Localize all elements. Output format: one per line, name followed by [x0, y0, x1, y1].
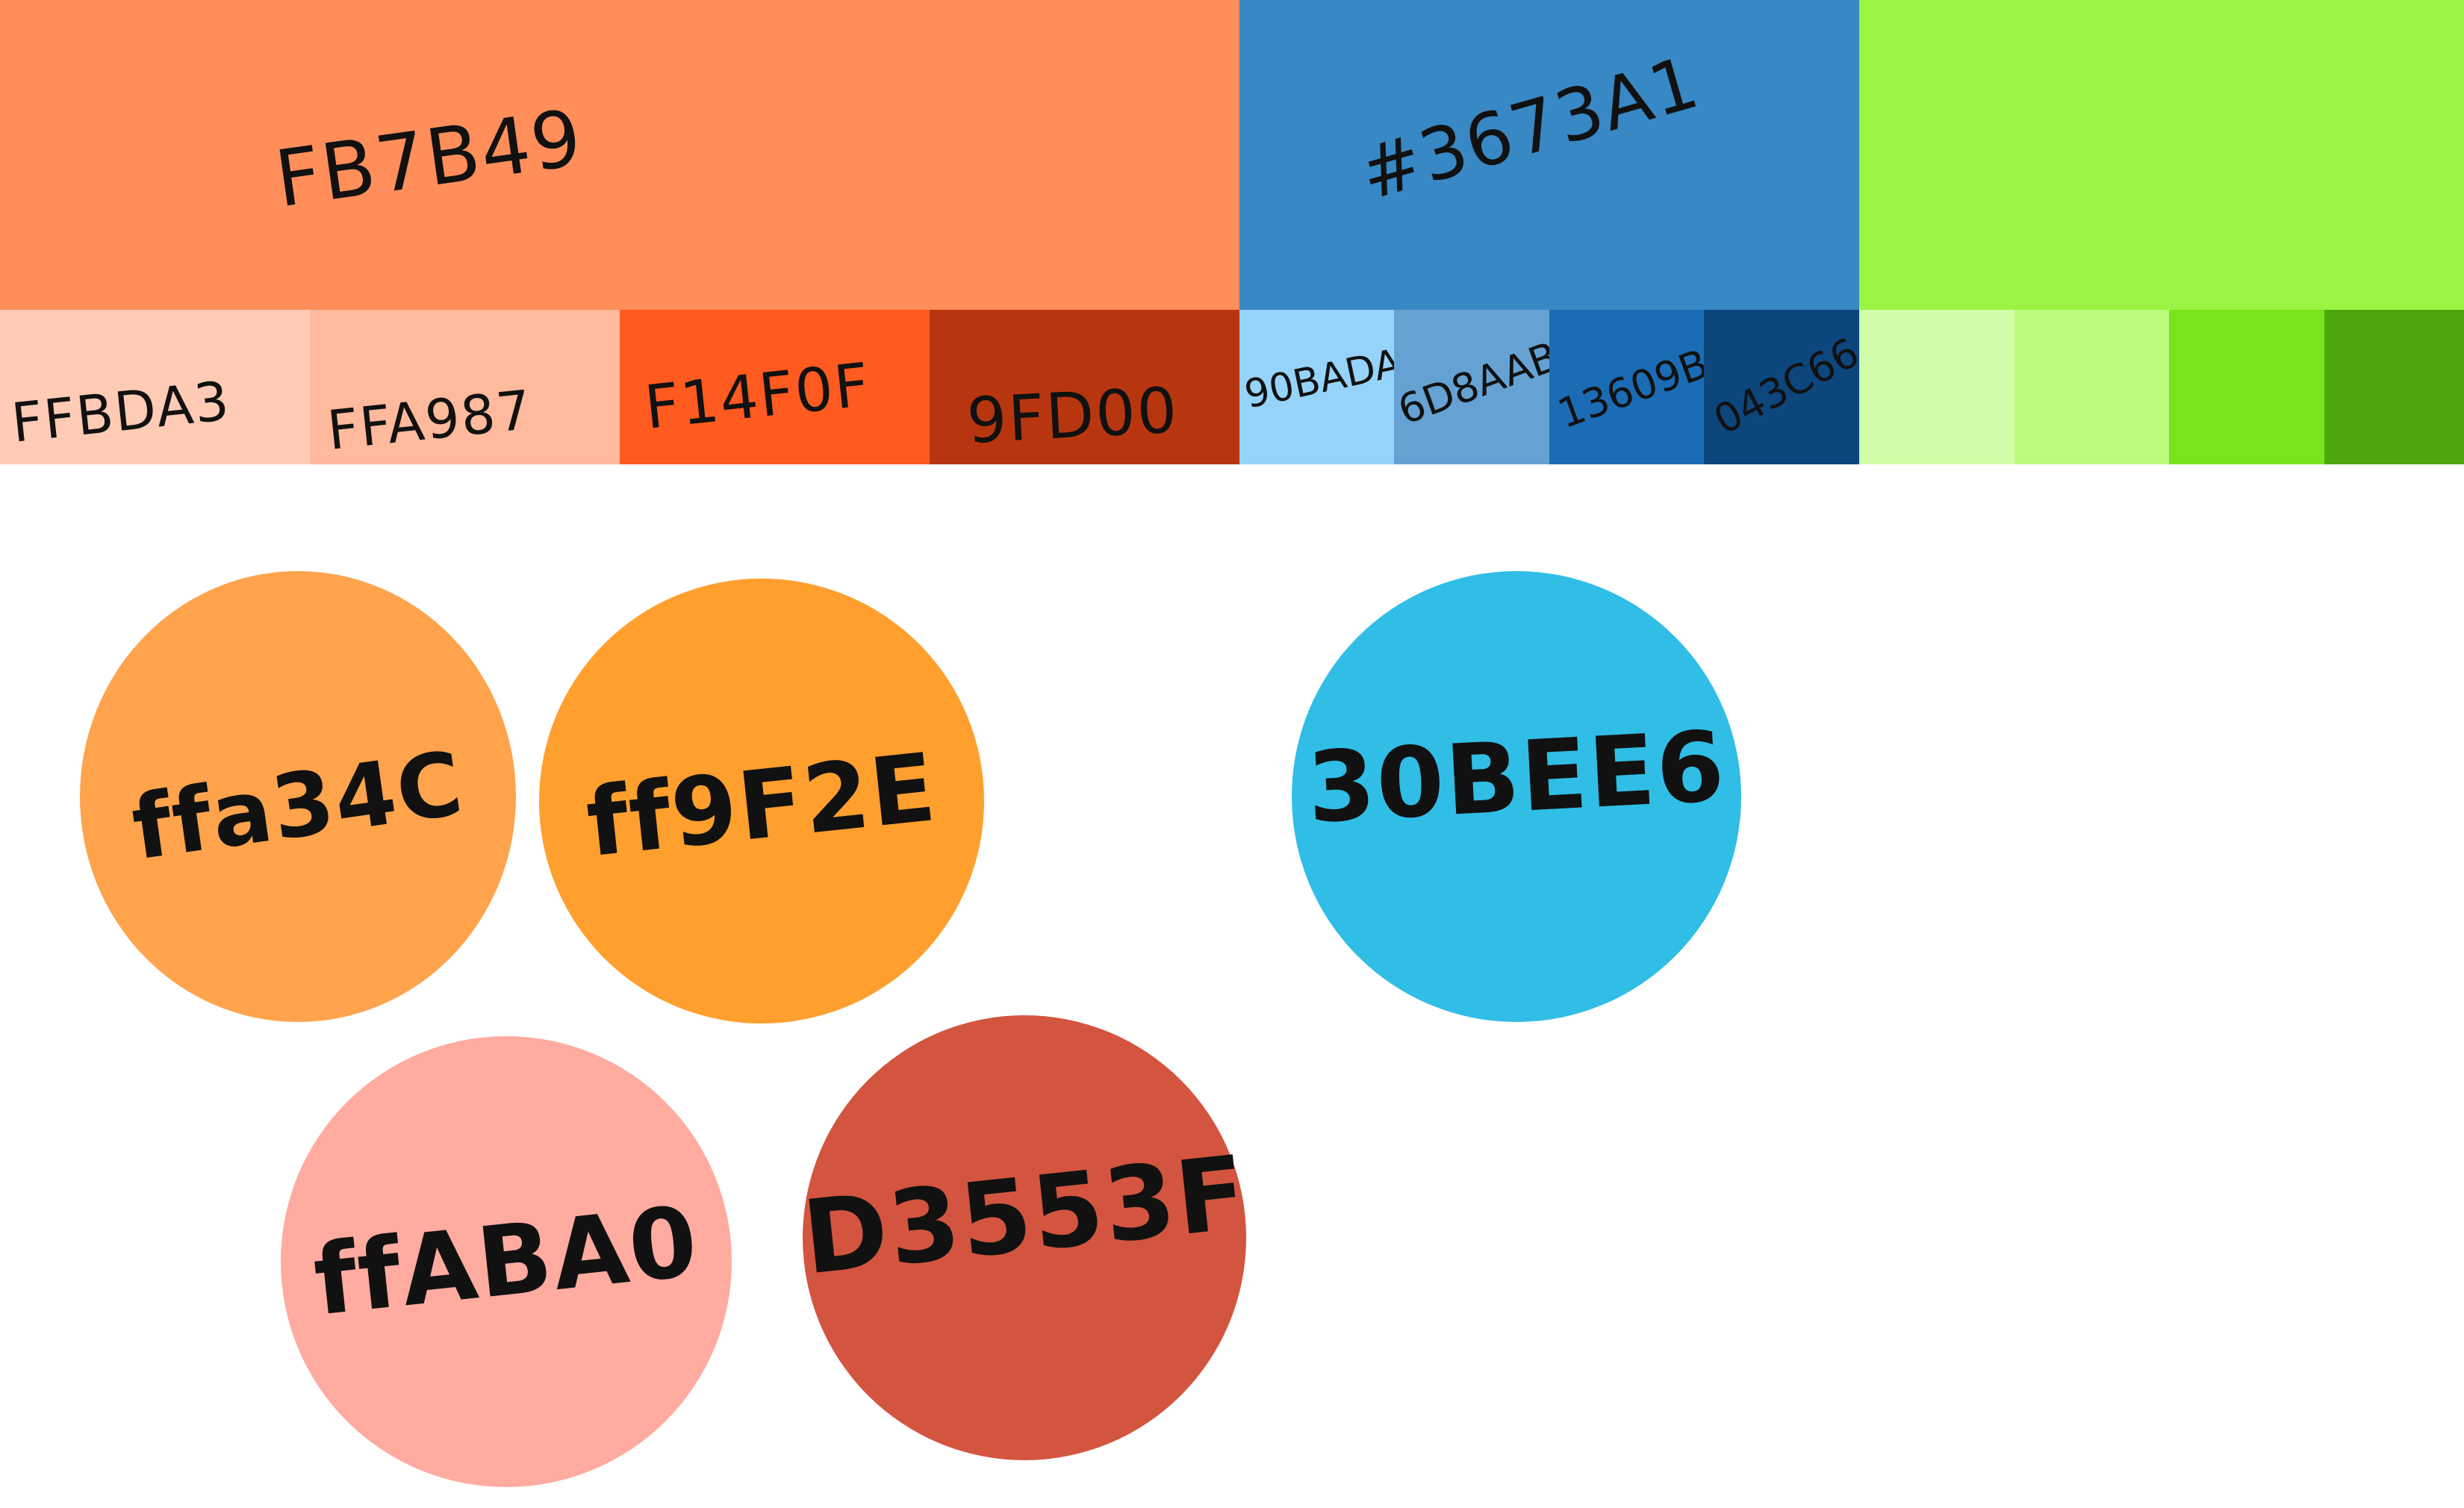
orange-shade-3-label: F14F0F — [641, 349, 874, 443]
circle-swatch-30bee6-label: 30BEE6 — [1304, 709, 1729, 845]
orange-shade-1-label: FFBDA3 — [8, 369, 234, 455]
blue-shade-4-label: 043C66 — [1706, 328, 1867, 444]
orange-main-label: FB7B49 — [270, 92, 588, 225]
circle-swatch-d3553f-label: D3553F — [797, 1134, 1253, 1298]
orange-shade-1: FFBDA3 — [0, 310, 310, 464]
green-shade-4 — [2324, 310, 2464, 464]
orange-shade-2-label: FFA987 — [324, 378, 535, 462]
circle-swatch-ffa34c-label: ffa34C — [126, 731, 470, 880]
green-main-swatch — [1859, 0, 2464, 310]
palette-canvas: { "palettes": { "orange": { "main": { "l… — [0, 0, 2464, 1508]
orange-shade-2: FFA987 — [310, 310, 620, 464]
circle-swatch-ffaba0: ffABA0 — [281, 1036, 732, 1487]
blue-shade-1: 90BADA — [1239, 310, 1405, 464]
orange-main-swatch: FB7B49 — [0, 0, 1239, 310]
circle-swatch-ff9f2e-label: ff9F2E — [582, 732, 942, 879]
circle-swatch-d3553f: D3553F — [797, 1015, 1253, 1460]
circle-swatch-ff9f2e: ff9F2E — [539, 579, 984, 1023]
circle-swatch-ffaba0-label: ffABA0 — [308, 1184, 704, 1338]
blue-main-label: #3673A1 — [1351, 40, 1708, 216]
orange-shade-4: 9FD00 — [930, 310, 1239, 464]
blue-shade-2-label: 6D8AAB — [1392, 332, 1565, 434]
blue-shade-3: 13609B — [1549, 310, 1714, 464]
blue-shade-1-label: 90BADA — [1240, 340, 1405, 418]
orange-shade-3: F14F0F — [620, 310, 930, 464]
circle-swatch-ffa34c: ffa34C — [80, 571, 516, 1022]
green-shade-2 — [2015, 310, 2169, 464]
blue-main-swatch: #3673A1 — [1239, 0, 1859, 310]
blue-shade-4: 043C66 — [1704, 310, 1867, 464]
green-shade-3 — [2169, 310, 2324, 464]
orange-shade-4-label: 9FD00 — [965, 373, 1180, 458]
circle-swatch-30bee6: 30BEE6 — [1292, 571, 1741, 1022]
blue-shade-2: 6D8AAB — [1392, 310, 1564, 464]
green-shade-1 — [1859, 310, 2015, 464]
blue-shade-3-label: 13609B — [1552, 340, 1715, 438]
